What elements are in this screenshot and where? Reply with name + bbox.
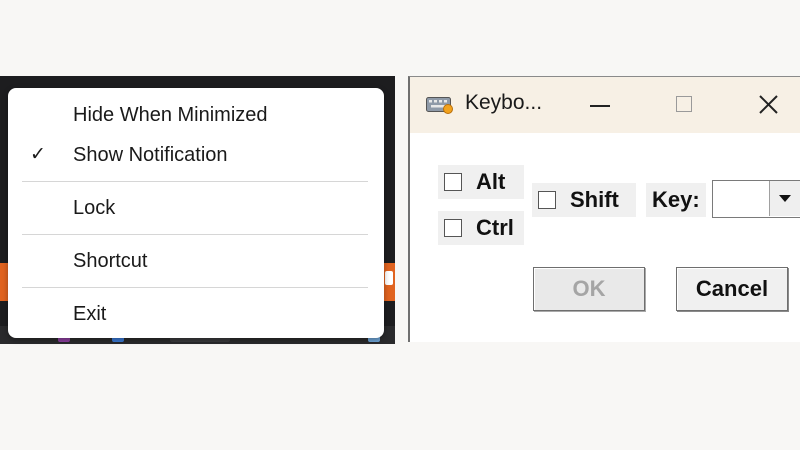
menu-item-exit[interactable]: Exit [8, 294, 384, 334]
cancel-button[interactable]: Cancel [676, 267, 788, 311]
menu-item-hide-when-minimized[interactable]: Hide When Minimized [8, 95, 384, 135]
key-label: Key: [646, 183, 706, 217]
minimize-button[interactable] [580, 87, 620, 123]
alt-checkbox[interactable]: Alt [438, 165, 524, 199]
menu-separator [22, 234, 368, 235]
menu-item-shortcut[interactable]: Shortcut [8, 241, 384, 281]
maximize-button[interactable] [664, 87, 704, 123]
menu-item-label: Lock [73, 197, 116, 219]
checkbox-box[interactable] [444, 219, 462, 237]
ctrl-checkbox[interactable]: Ctrl [438, 211, 524, 245]
keyboard-icon [426, 96, 454, 114]
dialog-titlebar[interactable]: Keybo... [410, 77, 800, 133]
menu-item-label: Shortcut [73, 250, 148, 272]
menu-separator [22, 181, 368, 182]
menu-item-label: Hide When Minimized [73, 104, 268, 126]
keyboard-shortcut-dialog: Keybo... Alt Ctrl Shift Key: OK Cancel [408, 76, 800, 342]
taskbar-indicator [385, 271, 393, 285]
menu-separator [22, 287, 368, 288]
close-icon [759, 95, 778, 114]
key-dropdown[interactable] [712, 180, 800, 218]
shift-label: Shift [570, 187, 619, 212]
dropdown-arrow-icon[interactable] [769, 181, 800, 216]
menu-item-show-notification[interactable]: ✓ Show Notification [8, 135, 384, 175]
menu-item-label: Show Notification [73, 144, 228, 166]
menu-item-lock[interactable]: Lock [8, 188, 384, 228]
tray-context-menu: Hide When Minimized ✓ Show Notification … [8, 88, 384, 338]
alt-label: Alt [476, 169, 506, 194]
close-button[interactable] [748, 87, 788, 123]
checkbox-box[interactable] [538, 191, 556, 209]
checkbox-box[interactable] [444, 173, 462, 191]
ok-button[interactable]: OK [533, 267, 645, 311]
dialog-title: Keybo... [465, 91, 543, 114]
menu-item-label: Exit [73, 303, 107, 325]
shift-checkbox[interactable]: Shift [532, 183, 636, 217]
ctrl-label: Ctrl [476, 215, 514, 240]
checkmark-icon: ✓ [30, 144, 46, 165]
